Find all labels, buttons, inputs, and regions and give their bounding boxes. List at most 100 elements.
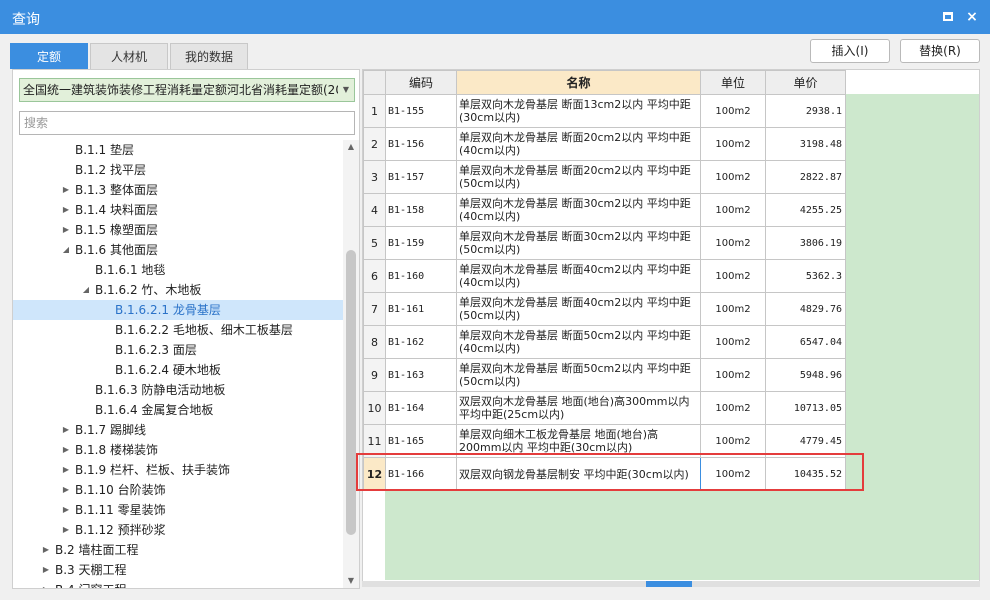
tree-item[interactable]: ▶ B.1.7 踢脚线 xyxy=(13,420,343,440)
splitter-handle[interactable] xyxy=(646,581,692,587)
tree-item[interactable]: B.1.2 找平层 xyxy=(13,160,343,180)
row-price[interactable]: 2938.1 xyxy=(765,94,846,128)
chevron-down-icon[interactable]: ▼ xyxy=(338,79,354,101)
col-header-code[interactable]: 编码 xyxy=(385,70,457,95)
row-code[interactable]: B1-163 xyxy=(385,358,457,392)
row-price[interactable]: 5362.3 xyxy=(765,259,846,293)
row-name[interactable]: 单层双向木龙骨基层 断面13cm2以内 平均中距(30cm以内) xyxy=(456,94,701,128)
row-unit[interactable]: 100m2 xyxy=(700,391,766,425)
row-index[interactable]: 1 xyxy=(363,94,386,128)
row-unit[interactable]: 100m2 xyxy=(700,94,766,128)
table-row[interactable]: 10 B1-164 双层双向木龙骨基层 地面(地台)高300mm以内 平均中距(25… xyxy=(363,391,846,425)
row-code[interactable]: B1-157 xyxy=(385,160,457,194)
tab-labor-material[interactable]: 人材机 xyxy=(90,43,168,69)
row-price[interactable]: 5948.96 xyxy=(765,358,846,392)
scroll-down-icon[interactable]: ▼ xyxy=(343,574,359,588)
row-code[interactable]: B1-156 xyxy=(385,127,457,161)
table-row[interactable]: 8 B1-162 单层双向木龙骨基层 断面50cm2以内 平均中距(40cm以内) 1… xyxy=(363,325,846,359)
tree-item[interactable]: ▶ B.1.11 零星装饰 xyxy=(13,500,343,520)
tab-my-data[interactable]: 我的数据 xyxy=(170,43,248,69)
row-name[interactable]: 单层双向木龙骨基层 断面40cm2以内 平均中距(40cm以内) xyxy=(456,259,701,293)
expand-right-icon[interactable]: ▶ xyxy=(41,540,51,560)
row-index[interactable]: 8 xyxy=(363,325,386,359)
expand-down-icon[interactable]: ◢ xyxy=(81,280,91,300)
row-code[interactable]: B1-159 xyxy=(385,226,457,260)
row-code[interactable]: B1-161 xyxy=(385,292,457,326)
tree-item[interactable]: ▶ B.1.4 块料面层 xyxy=(13,200,343,220)
row-price[interactable]: 3198.48 xyxy=(765,127,846,161)
insert-button[interactable]: 插入(I) xyxy=(810,39,890,63)
row-price[interactable]: 4829.76 xyxy=(765,292,846,326)
row-name[interactable]: 单层双向木龙骨基层 断面50cm2以内 平均中距(50cm以内) xyxy=(456,358,701,392)
row-unit[interactable]: 100m2 xyxy=(700,358,766,392)
row-unit[interactable]: 100m2 xyxy=(700,325,766,359)
expand-right-icon[interactable]: ▶ xyxy=(41,560,51,580)
tree-item[interactable]: ▶ B.1.9 栏杆、栏板、扶手装饰 xyxy=(13,460,343,480)
row-code[interactable]: B1-164 xyxy=(385,391,457,425)
table-row[interactable]: 9 B1-163 单层双向木龙骨基层 断面50cm2以内 平均中距(50cm以内) 1… xyxy=(363,358,846,392)
row-index[interactable]: 7 xyxy=(363,292,386,326)
row-index[interactable]: 10 xyxy=(363,391,386,425)
row-name[interactable]: 单层双向木龙骨基层 断面30cm2以内 平均中距(50cm以内) xyxy=(456,226,701,260)
tree-item[interactable]: ◢ B.1.6 其他面层 xyxy=(13,240,343,260)
row-name[interactable]: 单层双向木龙骨基层 断面40cm2以内 平均中距(50cm以内) xyxy=(456,292,701,326)
row-price[interactable]: 4255.25 xyxy=(765,193,846,227)
table-row[interactable]: 5 B1-159 单层双向木龙骨基层 断面30cm2以内 平均中距(50cm以内) 1… xyxy=(363,226,846,260)
row-name[interactable]: 双层双向木龙骨基层 地面(地台)高300mm以内 平均中距(25cm以内) xyxy=(456,391,701,425)
row-index[interactable]: 9 xyxy=(363,358,386,392)
row-index[interactable]: 5 xyxy=(363,226,386,260)
tree-item[interactable]: ◢ B.1.6.2 竹、木地板 xyxy=(13,280,343,300)
close-button[interactable]: × xyxy=(962,7,982,27)
expand-right-icon[interactable]: ▶ xyxy=(61,520,71,540)
tab-quota[interactable]: 定额 xyxy=(10,43,88,69)
scroll-up-icon[interactable]: ▲ xyxy=(343,140,359,154)
row-unit[interactable]: 100m2 xyxy=(700,193,766,227)
row-unit[interactable]: 100m2 xyxy=(700,226,766,260)
search-input[interactable] xyxy=(19,111,355,135)
maximize-button[interactable] xyxy=(938,7,958,27)
tree-item[interactable]: ▶ B.1.5 橡塑面层 xyxy=(13,220,343,240)
tree-item[interactable]: ▶ B.4 门窗工程 xyxy=(13,580,343,588)
library-select[interactable]: 全国统一建筑装饰装修工程消耗量定额河北省消耗量定额(20 ▼ xyxy=(19,78,355,102)
replace-button[interactable]: 替换(R) xyxy=(900,39,980,63)
row-price[interactable]: 3806.19 xyxy=(765,226,846,260)
tree-item[interactable]: B.1.6.2.1 龙骨基层 xyxy=(13,300,343,320)
row-unit[interactable]: 100m2 xyxy=(700,259,766,293)
row-code[interactable]: B1-160 xyxy=(385,259,457,293)
tree-item[interactable]: ▶ B.3 天棚工程 xyxy=(13,560,343,580)
row-name[interactable]: 单层双向木龙骨基层 断面20cm2以内 平均中距(50cm以内) xyxy=(456,160,701,194)
table-row[interactable]: 7 B1-161 单层双向木龙骨基层 断面40cm2以内 平均中距(50cm以内) 1… xyxy=(363,292,846,326)
row-unit[interactable]: 100m2 xyxy=(700,292,766,326)
col-header-unit[interactable]: 单位 xyxy=(700,70,766,95)
tree-scrollbar[interactable]: ▲ ▼ xyxy=(343,140,359,588)
tree-item[interactable]: ▶ B.1.10 台阶装饰 xyxy=(13,480,343,500)
expand-down-icon[interactable]: ◢ xyxy=(61,240,71,260)
expand-right-icon[interactable]: ▶ xyxy=(61,180,71,200)
expand-right-icon[interactable]: ▶ xyxy=(61,500,71,520)
table-row[interactable]: 1 B1-155 单层双向木龙骨基层 断面13cm2以内 平均中距(30cm以内) 1… xyxy=(363,94,846,128)
row-unit[interactable]: 100m2 xyxy=(700,127,766,161)
table-row[interactable]: 4 B1-158 单层双向木龙骨基层 断面30cm2以内 平均中距(40cm以内) 1… xyxy=(363,193,846,227)
expand-right-icon[interactable]: ▶ xyxy=(61,480,71,500)
expand-right-icon[interactable]: ▶ xyxy=(61,460,71,480)
col-header-name[interactable]: 名称 xyxy=(456,70,701,95)
row-index[interactable]: 6 xyxy=(363,259,386,293)
table-row[interactable]: 2 B1-156 单层双向木龙骨基层 断面20cm2以内 平均中距(40cm以内) 1… xyxy=(363,127,846,161)
row-index[interactable]: 2 xyxy=(363,127,386,161)
row-unit[interactable]: 100m2 xyxy=(700,160,766,194)
row-name[interactable]: 单层双向木龙骨基层 断面20cm2以内 平均中距(40cm以内) xyxy=(456,127,701,161)
row-index[interactable]: 3 xyxy=(363,160,386,194)
expand-right-icon[interactable]: ▶ xyxy=(61,420,71,440)
tree-item[interactable]: B.1.6.2.3 面层 xyxy=(13,340,343,360)
row-price[interactable]: 10713.05 xyxy=(765,391,846,425)
tree-item[interactable]: B.1.6.2.4 硬木地板 xyxy=(13,360,343,380)
row-code[interactable]: B1-162 xyxy=(385,325,457,359)
tree-item[interactable]: B.1.1 垫层 xyxy=(13,140,343,160)
expand-right-icon[interactable]: ▶ xyxy=(61,200,71,220)
row-name[interactable]: 单层双向木龙骨基层 断面30cm2以内 平均中距(40cm以内) xyxy=(456,193,701,227)
table-row[interactable]: 3 B1-157 单层双向木龙骨基层 断面20cm2以内 平均中距(50cm以内) 1… xyxy=(363,160,846,194)
tree-item[interactable]: B.1.6.4 金属复合地板 xyxy=(13,400,343,420)
tree-item[interactable]: B.1.6.2.2 毛地板、细木工板基层 xyxy=(13,320,343,340)
expand-right-icon[interactable]: ▶ xyxy=(61,440,71,460)
horizontal-scrollbar[interactable] xyxy=(362,581,980,587)
